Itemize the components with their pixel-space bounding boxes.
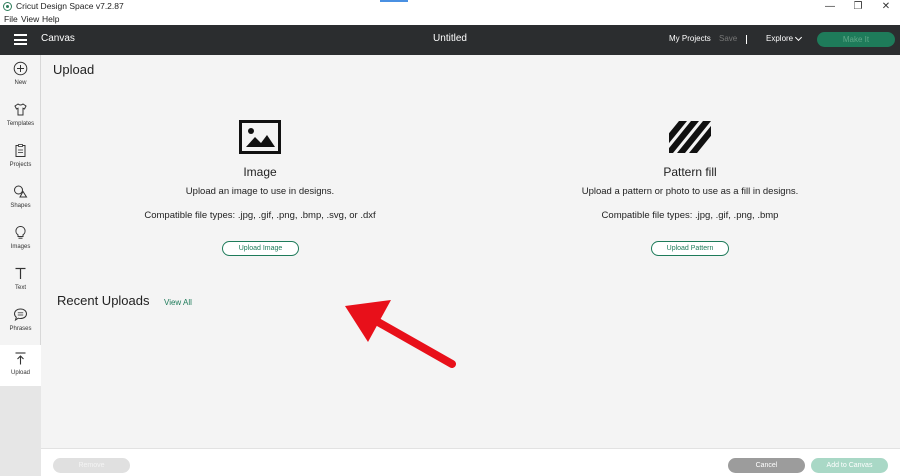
cancel-button[interactable]: Cancel xyxy=(728,458,805,473)
sidebar-empty-area xyxy=(0,386,41,476)
sidebar-item-text[interactable]: Text xyxy=(0,260,41,301)
shapes-icon xyxy=(14,185,28,198)
make-it-button[interactable]: Make It xyxy=(817,32,895,47)
sidebar-item-label: Phrases xyxy=(9,326,32,332)
diagonal-stripes-icon xyxy=(669,121,711,153)
sidebar-item-new[interactable]: New xyxy=(0,55,41,96)
explore-menu[interactable]: Explore xyxy=(766,34,793,43)
sidebar-item-label: Shapes xyxy=(10,203,31,209)
sidebar-item-shapes[interactable]: Shapes xyxy=(0,178,41,219)
lightbulb-icon xyxy=(15,225,26,239)
shirt-icon xyxy=(14,103,27,116)
menu-file[interactable]: File xyxy=(4,14,18,24)
speech-bubble-icon xyxy=(13,308,28,322)
sidebar-item-upload[interactable]: Upload xyxy=(0,345,41,386)
header-divider xyxy=(746,35,747,44)
cricut-app-icon xyxy=(3,2,12,11)
image-card-description: Upload an image to use in designs. xyxy=(185,186,335,197)
pattern-upload-card: Pattern fill Upload a pattern or photo t… xyxy=(541,115,839,265)
view-all-link[interactable]: View All xyxy=(164,298,192,307)
add-to-canvas-button[interactable]: Add to Canvas xyxy=(811,458,888,473)
image-card-title: Image xyxy=(243,165,277,179)
window-title: Cricut Design Space v7.2.87 xyxy=(16,1,124,11)
maximize-button[interactable]: ❐ xyxy=(844,0,872,14)
sidebar-item-label: Text xyxy=(14,285,26,291)
menu-help[interactable]: Help xyxy=(42,14,59,24)
pattern-card-description: Upload a pattern or photo to use as a fi… xyxy=(581,186,799,197)
sidebar-item-templates[interactable]: Templates xyxy=(0,96,41,137)
page-title: Upload xyxy=(53,62,95,77)
image-frame-icon xyxy=(239,120,281,154)
sidebar-item-label: New xyxy=(14,80,27,86)
annotation-arrow-icon xyxy=(345,300,456,368)
clipboard-icon xyxy=(15,144,26,157)
upload-image-button[interactable]: Upload Image xyxy=(222,241,299,256)
text-t-icon xyxy=(15,267,26,279)
save-button[interactable]: Save xyxy=(719,34,737,43)
plus-circle-icon xyxy=(13,61,28,76)
remove-button[interactable]: Remove xyxy=(53,458,130,473)
upload-icon xyxy=(15,352,26,365)
bottom-action-bar: Remove Cancel Add to Canvas xyxy=(41,448,900,476)
upload-panel: Upload Image Upload an image to use in d… xyxy=(41,55,900,448)
sidebar-item-images[interactable]: Images xyxy=(0,219,41,260)
close-window-button[interactable]: ✕ xyxy=(872,0,900,14)
sidebar-item-label: Templates xyxy=(6,121,35,127)
sidebar-item-label: Images xyxy=(10,244,31,250)
image-upload-card: Image Upload an image to use in designs.… xyxy=(111,115,409,265)
document-title[interactable]: Untitled xyxy=(433,33,467,44)
menu-view[interactable]: View xyxy=(21,14,39,24)
app-header: Canvas Untitled My Projects Save Explore… xyxy=(0,25,900,55)
minimize-button[interactable]: — xyxy=(816,0,844,14)
sidebar-item-projects[interactable]: Projects xyxy=(0,137,41,178)
header-section-label: Canvas xyxy=(41,33,75,44)
image-card-file-types: Compatible file types: .jpg, .gif, .png,… xyxy=(144,210,376,221)
my-projects-link[interactable]: My Projects xyxy=(669,34,711,43)
upload-pattern-button[interactable]: Upload Pattern xyxy=(651,241,729,256)
sidebar-item-phrases[interactable]: Phrases xyxy=(0,301,41,342)
pattern-card-title: Pattern fill xyxy=(663,165,717,179)
pattern-card-file-types: Compatible file types: .jpg, .gif, .png,… xyxy=(601,210,779,221)
sidebar-item-label: Upload xyxy=(10,370,30,376)
left-sidebar: New Templates Projects Shapes Images Tex… xyxy=(0,55,41,476)
sidebar-item-label: Projects xyxy=(9,162,32,168)
recent-uploads-title: Recent Uploads xyxy=(57,293,150,308)
menu-bar: File View Help xyxy=(0,14,900,25)
title-focus-indicator xyxy=(380,0,408,2)
hamburger-menu-icon[interactable] xyxy=(14,34,27,45)
chevron-down-icon[interactable] xyxy=(794,33,803,42)
window-titlebar: Cricut Design Space v7.2.87 — ❐ ✕ xyxy=(0,0,900,14)
